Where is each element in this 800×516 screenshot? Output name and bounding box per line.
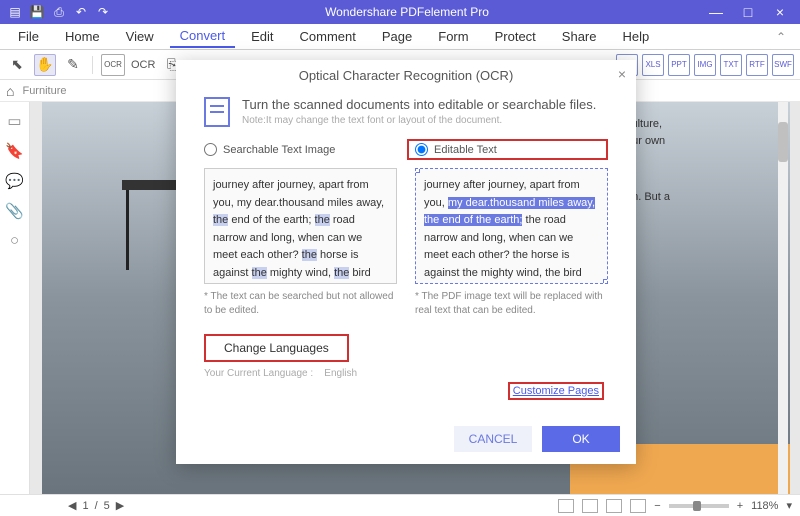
undo-icon[interactable]: ↶ (72, 3, 90, 21)
collapse-ribbon-icon[interactable]: ⌃ (770, 30, 792, 44)
menu-comment[interactable]: Comment (290, 26, 366, 47)
view-facing-icon[interactable] (606, 499, 622, 513)
zoom-value[interactable]: 118% (751, 500, 778, 512)
page-sep: / (95, 500, 98, 512)
menu-form[interactable]: Form (428, 26, 478, 47)
ocr-label: OCR (131, 59, 155, 71)
dialog-header: Turn the scanned documents into editable… (176, 91, 636, 139)
zoom-dropdown-icon[interactable]: ▾ (786, 499, 792, 512)
menu-page[interactable]: Page (372, 26, 422, 47)
quick-access-toolbar: ▤ 💾 ⎙ ↶ ↷ (0, 3, 118, 21)
zoom-slider[interactable] (669, 504, 729, 508)
menu-help[interactable]: Help (613, 26, 660, 47)
left-panel: ▭ 🔖 💬 📎 ○ (0, 102, 30, 494)
app-title: Wondershare PDFelement Pro (118, 5, 696, 19)
zoom-knob[interactable] (693, 501, 701, 511)
menu-bar: File Home View Convert Edit Comment Page… (0, 24, 800, 50)
page-navigator: ◀ 1 / 5 ▶ (68, 499, 124, 512)
dialog-close-icon[interactable]: × (618, 66, 626, 82)
select-tool-icon[interactable]: ⬉ (6, 54, 28, 76)
page-text-fragment: culture, our own on. But a (626, 116, 786, 206)
breadcrumb-item[interactable]: Furniture (22, 85, 66, 97)
customize-pages-link[interactable]: Customize Pages (508, 382, 604, 400)
radio-searchable[interactable] (204, 143, 217, 156)
home-icon[interactable]: ⌂ (6, 83, 14, 99)
print-icon[interactable]: ⎙ (50, 3, 68, 21)
format-img-icon[interactable]: IMG (694, 54, 716, 76)
format-xls-icon[interactable]: XLS (642, 54, 664, 76)
dialog-title-text: Optical Character Recognition (OCR) (299, 68, 514, 83)
language-section: Change Languages Your Current Language :… (176, 318, 636, 379)
page-total: 5 (104, 500, 110, 512)
view-continuous-icon[interactable] (582, 499, 598, 513)
change-languages-button[interactable]: Change Languages (204, 334, 349, 362)
menu-convert[interactable]: Convert (170, 25, 236, 48)
minimize-icon[interactable]: — (704, 4, 728, 20)
option-editable[interactable]: Editable Text (407, 139, 608, 160)
ocr-icon[interactable]: OCR (101, 54, 125, 76)
dialog-buttons: CANCEL OK (454, 426, 620, 452)
preview-row: journey after journey, apart from you, m… (176, 168, 636, 318)
format-ppt-icon[interactable]: PPT (668, 54, 690, 76)
search-panel-icon[interactable]: ○ (10, 232, 19, 249)
close-icon[interactable]: × (768, 4, 792, 20)
maximize-icon[interactable]: □ (736, 4, 760, 20)
option-searchable[interactable]: Searchable Text Image (204, 139, 389, 160)
preview-editable: journey after journey, apart from you, m… (415, 168, 608, 318)
radio-editable[interactable] (415, 143, 428, 156)
menu-file[interactable]: File (8, 26, 49, 47)
option-label: Searchable Text Image (223, 144, 335, 156)
document-icon (204, 97, 230, 127)
comments-icon[interactable]: 💬 (5, 172, 24, 190)
text-line: our own (626, 133, 786, 150)
page-current[interactable]: 1 (82, 500, 88, 512)
bookmarks-icon[interactable]: 🔖 (5, 142, 24, 160)
current-language: Your Current Language : English (204, 368, 608, 379)
scrollbar-thumb[interactable] (778, 122, 788, 162)
zoom-out-icon[interactable]: − (654, 500, 660, 512)
preview-note: * The text can be searched but not allow… (204, 290, 397, 318)
view-facing-cont-icon[interactable] (630, 499, 646, 513)
format-txt-icon[interactable]: TXT (720, 54, 742, 76)
save-icon[interactable]: 💾 (28, 3, 46, 21)
format-rtf-icon[interactable]: RTF (746, 54, 768, 76)
menu-protect[interactable]: Protect (485, 26, 546, 47)
thumbnails-icon[interactable]: ▭ (7, 112, 21, 130)
edit-tool-icon[interactable]: ✎ (62, 54, 84, 76)
menu-share[interactable]: Share (552, 26, 607, 47)
ocr-dialog: Optical Character Recognition (OCR) × Tu… (176, 60, 636, 464)
view-single-icon[interactable] (558, 499, 574, 513)
menu-home[interactable]: Home (55, 26, 110, 47)
zoom-in-icon[interactable]: + (737, 500, 743, 512)
separator (92, 56, 93, 74)
redo-icon[interactable]: ↷ (94, 3, 112, 21)
prev-page-icon[interactable]: ◀ (68, 499, 76, 512)
app-icon: ▤ (6, 3, 24, 21)
preview-note: * The PDF image text will be replaced wi… (415, 290, 608, 318)
hand-tool-icon[interactable]: ✋ (34, 54, 56, 76)
text-line: on. But a (626, 189, 786, 206)
option-label: Editable Text (434, 144, 497, 156)
next-page-icon[interactable]: ▶ (116, 499, 124, 512)
status-bar: ◀ 1 / 5 ▶ − + 118% ▾ (0, 494, 800, 516)
menu-view[interactable]: View (116, 26, 164, 47)
preview-searchable: journey after journey, apart from you, m… (204, 168, 397, 318)
attachments-icon[interactable]: 📎 (5, 202, 24, 220)
window-controls: — □ × (696, 4, 800, 20)
dialog-note: Note:It may change the text font or layo… (242, 115, 596, 126)
ocr-options: Searchable Text Image Editable Text (176, 139, 636, 160)
format-swf-icon[interactable]: SWF (772, 54, 794, 76)
current-language-value: English (324, 368, 357, 379)
preview-box: journey after journey, apart from you, m… (204, 168, 397, 284)
ok-button[interactable]: OK (542, 426, 620, 452)
text-line: culture, (626, 116, 786, 133)
dialog-heading: Turn the scanned documents into editable… (242, 97, 596, 112)
title-bar: ▤ 💾 ⎙ ↶ ↷ Wondershare PDFelement Pro — □… (0, 0, 800, 24)
dialog-title: Optical Character Recognition (OCR) × (176, 60, 636, 91)
preview-box-selected: journey after journey, apart from you, m… (415, 168, 608, 284)
vertical-scrollbar[interactable] (778, 102, 788, 494)
menu-edit[interactable]: Edit (241, 26, 283, 47)
cancel-button[interactable]: CANCEL (454, 426, 532, 452)
